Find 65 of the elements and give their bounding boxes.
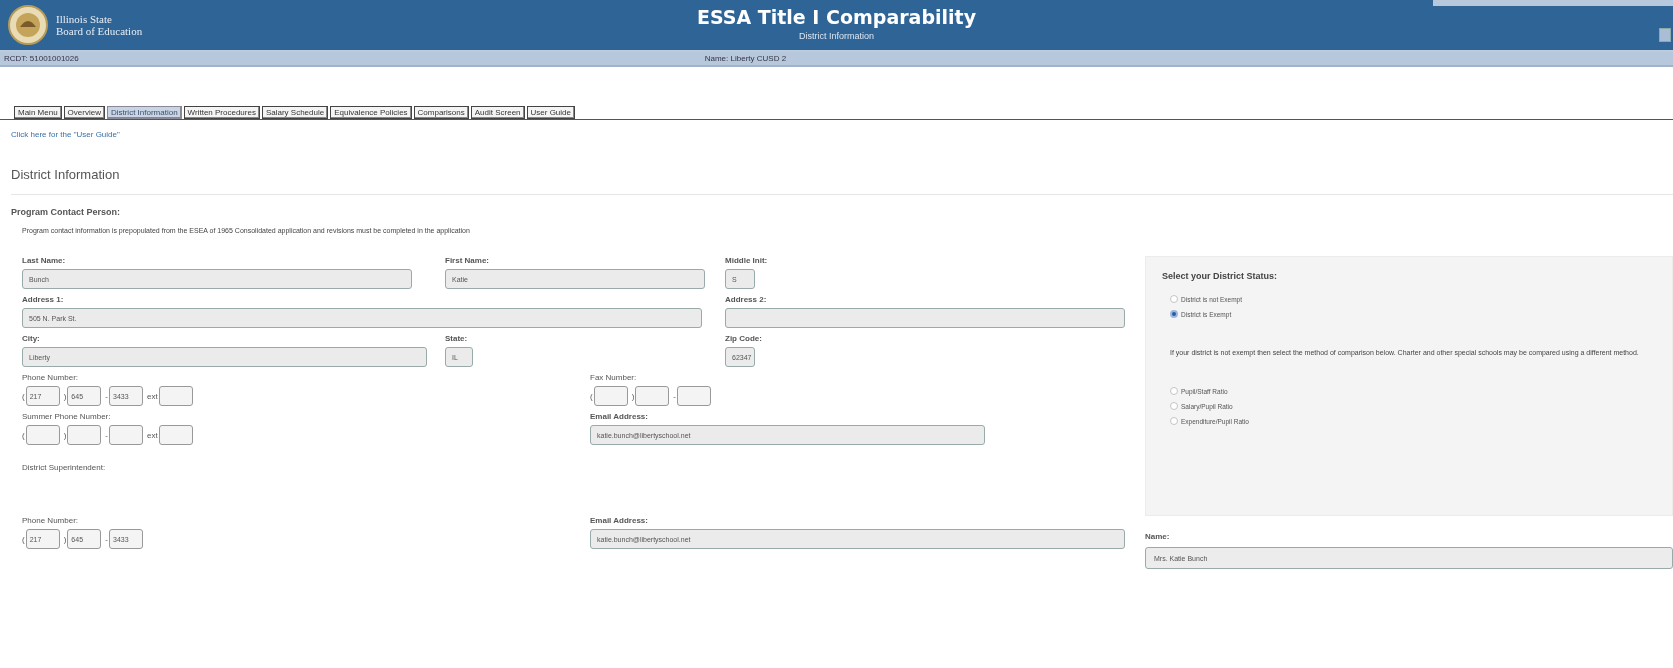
field-label: Email Address: bbox=[590, 412, 649, 421]
radio-button[interactable] bbox=[1170, 295, 1178, 303]
nav-tab[interactable]: Equivalence Policies bbox=[330, 106, 412, 119]
field-label: Phone Number: bbox=[22, 516, 80, 525]
nav-tab[interactable]: User Guide bbox=[526, 106, 575, 119]
seal-logo-icon bbox=[8, 5, 48, 45]
text-field[interactable] bbox=[725, 308, 1125, 328]
separator-text: ) bbox=[63, 430, 67, 440]
phone-segment-field[interactable] bbox=[635, 386, 670, 406]
phone-segment-field[interactable] bbox=[677, 386, 711, 406]
org-name: Illinois State bbox=[56, 13, 113, 25]
field-label: Last Name: bbox=[22, 256, 67, 265]
nav-tab[interactable]: Audit Screen bbox=[470, 106, 525, 119]
side-button[interactable] bbox=[1659, 28, 1671, 42]
radio-button[interactable] bbox=[1170, 387, 1178, 395]
rcdt-text: RCDT: 51001001026 bbox=[4, 54, 79, 63]
field-label: Address 2: bbox=[725, 295, 768, 304]
district-name-text: Name: Liberty CUSD 2 bbox=[704, 54, 787, 63]
section-heading: District Superintendent: bbox=[22, 463, 107, 472]
field-label: Email Address: bbox=[590, 516, 649, 525]
separator-text: - bbox=[105, 391, 108, 401]
phone-segment-field[interactable] bbox=[67, 425, 102, 445]
phone-segment-field[interactable] bbox=[158, 425, 193, 445]
page-heading: District Information bbox=[11, 167, 1673, 195]
separator-text: ext bbox=[147, 430, 158, 440]
radio-button[interactable] bbox=[1170, 417, 1178, 425]
nav-tab[interactable]: Comparisons bbox=[413, 106, 469, 119]
field-label: State: bbox=[445, 334, 469, 343]
radio-button[interactable] bbox=[1170, 310, 1178, 318]
nav-tab[interactable]: Main Menu bbox=[14, 106, 62, 119]
field-label: Name: bbox=[1145, 532, 1171, 541]
separator-text: ( bbox=[590, 391, 593, 401]
separator-text: - bbox=[673, 391, 676, 401]
phone-segment-field[interactable] bbox=[109, 425, 143, 445]
user-guide-link[interactable]: Click here for the "User Guide" bbox=[11, 130, 120, 139]
separator-text: ) bbox=[631, 391, 635, 401]
nav-tab[interactable]: Overview bbox=[63, 106, 105, 119]
separator-text: ) bbox=[63, 391, 67, 401]
page-subtitle: District Information bbox=[799, 31, 874, 41]
separator-text: ( bbox=[22, 391, 25, 401]
phone-segment-field[interactable] bbox=[25, 425, 60, 445]
field-label: Fax Number: bbox=[590, 373, 638, 382]
field-label: Summer Phone Number: bbox=[22, 412, 112, 421]
field-label: Zip Code: bbox=[725, 334, 763, 343]
nav-tab[interactable]: Written Procedures bbox=[183, 106, 260, 119]
separator-text: - bbox=[105, 430, 108, 440]
field-label: City: bbox=[22, 334, 41, 343]
phone-segment-field[interactable] bbox=[593, 386, 628, 406]
separator-text: - bbox=[105, 534, 108, 544]
app-title: ESSA Title I Comparability bbox=[696, 6, 977, 28]
section-heading: Program Contact Person: bbox=[11, 207, 122, 217]
nav-tab[interactable]: Salary Schedule bbox=[261, 106, 329, 119]
org-name: Board of Education bbox=[56, 25, 143, 37]
nav-tab[interactable]: District Information bbox=[106, 106, 182, 119]
separator-text: ) bbox=[63, 534, 67, 544]
field-label: Phone Number: bbox=[22, 373, 80, 382]
panel-title: Select your District Status: bbox=[1162, 271, 1279, 281]
phone-segment-field[interactable] bbox=[158, 386, 193, 406]
field-label: Address 1: bbox=[22, 295, 65, 304]
separator-text: ( bbox=[22, 534, 25, 544]
separator-text: ( bbox=[22, 430, 25, 440]
field-label: Middle Init: bbox=[725, 256, 769, 265]
radio-button[interactable] bbox=[1170, 402, 1178, 410]
separator-text: ext bbox=[147, 391, 158, 401]
field-label: First Name: bbox=[445, 256, 490, 265]
